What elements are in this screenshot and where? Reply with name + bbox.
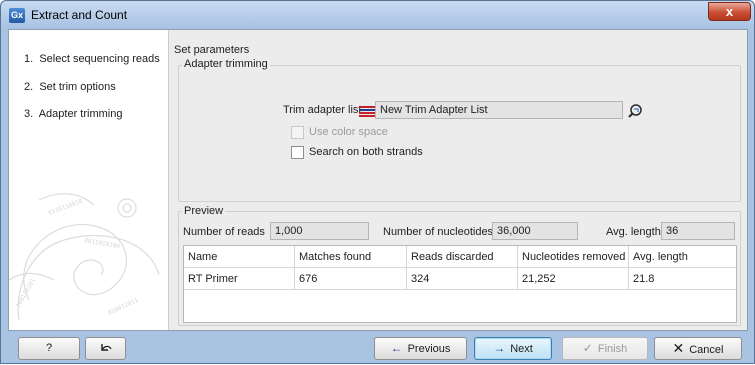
finish-button[interactable]: ✓ Finish [562, 337, 648, 360]
step-label: Set trim options [39, 81, 116, 93]
avg-length-label: Avg. length [606, 226, 661, 238]
column-header-nucleotides-removed[interactable]: Nucleotides removed [518, 246, 629, 268]
decorative-swirl-logo: 0110110010 0011010100 100110101 01001101… [9, 193, 160, 321]
trim-adapter-list-field[interactable]: New Trim Adapter List [375, 101, 623, 119]
preview-title: Preview [182, 205, 226, 217]
dialog-client: 1. Select sequencing reads 2. Set trim o… [8, 29, 748, 331]
adapter-trimming-title: Adapter trimming [182, 58, 270, 70]
parameters-panel: Set parameters Adapter trimming Trim ada… [169, 30, 747, 330]
column-header-matches[interactable]: Matches found [295, 246, 407, 268]
cancel-button[interactable]: ✕ Cancel [654, 337, 742, 360]
previous-button[interactable]: ← Previous [374, 337, 467, 360]
wizard-step-trim-options: 2. Set trim options [24, 81, 116, 95]
adapter-trimming-group [178, 65, 741, 202]
adapter-list-flag-icon [359, 106, 375, 117]
dialog-window: Gx Extract and Count x 1. Select sequenc… [0, 0, 755, 364]
column-header-reads-discarded[interactable]: Reads discarded [407, 246, 518, 268]
checkmark-icon: ✓ [582, 341, 593, 355]
browse-icon[interactable] [627, 102, 645, 120]
step-number: 2. [24, 81, 34, 93]
trim-adapter-list-label: Trim adapter list [283, 104, 362, 116]
next-button[interactable]: → Next [474, 337, 552, 360]
help-label: ? [45, 342, 53, 354]
table-cell[interactable]: 21,252 [518, 268, 629, 290]
table-cell[interactable]: 21.8 [629, 268, 736, 290]
number-of-reads-value: 1,000 [270, 222, 369, 240]
table-cell[interactable]: RT Primer [184, 268, 295, 290]
step-number: 1. [24, 53, 34, 65]
number-of-nucleotides-label: Number of nucleotides [383, 226, 494, 238]
adapter-results-table: Name Matches found Reads discarded Nucle… [183, 245, 737, 323]
close-button[interactable]: x [708, 2, 751, 21]
step-label: Adapter trimming [38, 108, 123, 120]
step-number: 3. [24, 108, 34, 120]
column-header-name[interactable]: Name [184, 246, 295, 268]
window-title: Extract and Count [31, 8, 128, 22]
x-cancel-icon: ✕ [672, 340, 685, 356]
dialog-footer: ? ← Previous → Next ✓ Finish ✕ Cancel [1, 332, 755, 365]
wizard-step-select-reads: 1. Select sequencing reads [24, 53, 160, 67]
arrow-right-icon: → [493, 341, 506, 355]
use-color-space-checkbox[interactable] [291, 126, 304, 139]
step-label: Select sequencing reads [39, 53, 160, 65]
svg-text:0110110010: 0110110010 [47, 198, 84, 217]
app-icon: Gx [9, 8, 25, 23]
title-bar[interactable]: Gx Extract and Count x [1, 1, 754, 29]
svg-text:010011011: 010011011 [107, 297, 140, 317]
reset-button[interactable] [85, 337, 126, 360]
number-of-reads-label: Number of reads [183, 226, 265, 238]
svg-text:100110101: 100110101 [15, 277, 38, 309]
section-title: Set parameters [174, 44, 250, 56]
wizard-steps-sidebar: 1. Select sequencing reads 2. Set trim o… [9, 30, 169, 330]
wizard-step-adapter-trimming: 3. Adapter trimming [24, 108, 122, 122]
reset-icon [100, 344, 112, 351]
previous-label: Previous [407, 343, 451, 355]
search-both-strands-label: Search on both strands [309, 146, 423, 158]
table-cell[interactable]: 324 [407, 268, 518, 290]
finish-label: Finish [597, 343, 628, 355]
table-cell[interactable]: 676 [295, 268, 407, 290]
svg-text:0011010100: 0011010100 [84, 237, 121, 250]
search-both-strands-checkbox[interactable] [291, 146, 304, 159]
avg-length-value: 36 [661, 222, 735, 240]
help-button[interactable]: ? [18, 337, 80, 360]
next-label: Next [510, 343, 533, 355]
number-of-nucleotides-value: 36,000 [492, 222, 578, 240]
use-color-space-label: Use color space [309, 126, 388, 138]
column-header-avg-length[interactable]: Avg. length [629, 246, 736, 268]
cancel-label: Cancel [689, 344, 724, 356]
arrow-left-icon: ← [390, 341, 403, 355]
